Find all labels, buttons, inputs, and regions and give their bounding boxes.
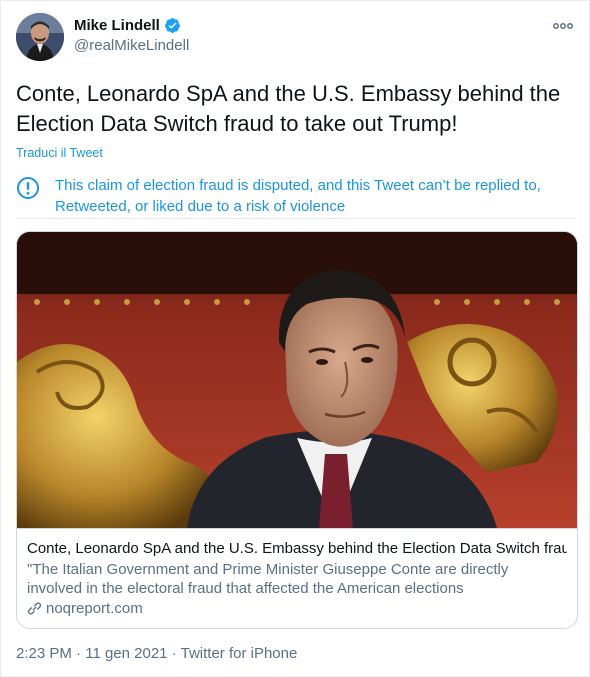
avatar[interactable]: [16, 13, 64, 61]
meta-separator: ·: [76, 645, 82, 662]
display-name[interactable]: Mike Lindell: [74, 17, 160, 34]
tweet-meta: 2:23 PM · 11 gen 2021 · Twitter for iPho…: [16, 645, 297, 662]
more-options-icon[interactable]: [552, 19, 574, 33]
card-body[interactable]: Conte, Leonardo SpA and the U.S. Embassy…: [17, 528, 577, 628]
meta-separator: ·: [171, 645, 177, 662]
tweet-container: Mike Lindell @realMikeLindell Conte, Leo…: [0, 0, 590, 677]
translate-tweet-link[interactable]: Traduci il Tweet: [16, 146, 103, 160]
tweet-header: Mike Lindell @realMikeLindell: [16, 13, 574, 63]
card-title[interactable]: Conte, Leonardo SpA and the U.S. Embassy…: [27, 539, 567, 559]
info-exclamation-icon: [16, 176, 40, 200]
tweet-source[interactable]: Twitter for iPhone: [181, 645, 298, 662]
link-icon: [27, 601, 42, 616]
author-names: Mike Lindell @realMikeLindell: [74, 17, 189, 54]
notice-text[interactable]: This claim of election fraud is disputed…: [55, 175, 575, 217]
card-description: "The Italian Government and Prime Minist…: [27, 561, 509, 597]
link-card[interactable]: Conte, Leonardo SpA and the U.S. Embassy…: [16, 231, 578, 629]
disputed-claim-notice: This claim of election fraud is disputed…: [16, 171, 576, 219]
card-domain: noqreport.com: [46, 600, 143, 617]
display-name-row: Mike Lindell: [74, 17, 189, 34]
verified-badge-icon: [164, 17, 181, 34]
handle[interactable]: @realMikeLindell: [74, 37, 189, 54]
card-image[interactable]: [17, 232, 577, 528]
tweet-text: Conte, Leonardo SpA and the U.S. Embassy…: [16, 81, 561, 136]
tweet-date[interactable]: 11 gen 2021: [85, 645, 167, 662]
tweet-time[interactable]: 2:23 PM: [16, 645, 72, 662]
card-domain-row: noqreport.com: [27, 600, 567, 617]
